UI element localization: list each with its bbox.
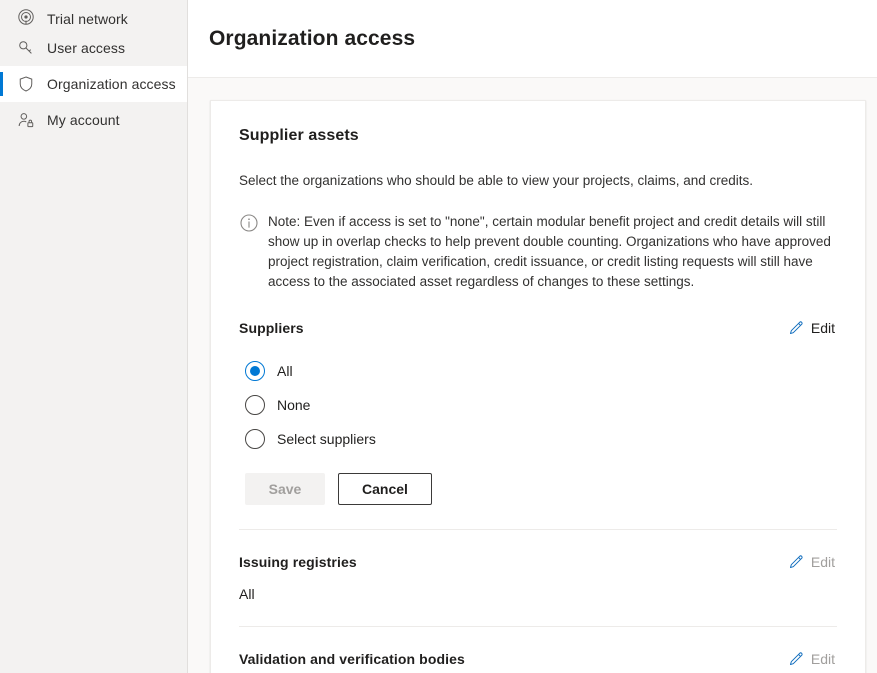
radio-label: All — [277, 363, 293, 380]
radio-label: None — [277, 397, 311, 414]
pencil-icon — [788, 554, 804, 570]
sidebar-item-label: User access — [47, 40, 126, 56]
radio-option-all[interactable]: All — [245, 354, 837, 388]
sidebar-item-label: My account — [47, 112, 120, 128]
radio-indicator — [245, 361, 265, 382]
note-callout: Note: Even if access is set to "none", c… — [239, 212, 837, 292]
card-description: Select the organizations who should be a… — [239, 173, 754, 188]
edit-issuing-registries-label: Edit — [810, 554, 835, 571]
page-body: Supplier assets Select the organizations… — [188, 78, 877, 673]
suppliers-section-header: Suppliers Edit — [239, 318, 837, 338]
sidebar-item-trial-network[interactable]: Trial network — [0, 0, 187, 30]
suppliers-radio-group: All None Select suppliers — [245, 354, 837, 456]
validation-bodies-title: Validation and verification bodies — [239, 651, 465, 668]
issuing-registries-title: Issuing registries — [239, 554, 357, 571]
save-button: Save — [245, 473, 325, 506]
suppliers-title: Suppliers — [239, 320, 304, 337]
sidebar-item-my-account[interactable]: My account — [0, 102, 187, 138]
sidebar-item-organization-access[interactable]: Organization access — [0, 66, 187, 102]
app-root: Trial network User access Organization a… — [0, 0, 877, 673]
shield-icon — [16, 74, 36, 94]
supplier-assets-card: Supplier assets Select the organizations… — [210, 100, 866, 673]
cancel-button[interactable]: Cancel — [338, 473, 432, 506]
issuing-registries-value: All — [239, 586, 255, 603]
card-title: Supplier assets — [239, 127, 359, 144]
suppliers-button-row: Save Cancel — [245, 473, 837, 506]
validation-bodies-section: Validation and verification bodies Edit — [239, 627, 837, 673]
pencil-icon — [788, 651, 804, 667]
issuing-registries-header: Issuing registries Edit — [239, 552, 837, 572]
radio-indicator — [245, 395, 265, 416]
pencil-icon — [788, 320, 804, 336]
sidebar-item-user-access[interactable]: User access — [0, 30, 187, 66]
page-header: Organization access — [188, 0, 877, 78]
radio-label: Select suppliers — [277, 431, 376, 448]
issuing-registries-section: Issuing registries Edit All — [239, 530, 837, 602]
suppliers-section: Suppliers Edit All None Select suppliers… — [239, 318, 837, 506]
person-lock-icon — [16, 110, 36, 130]
edit-validation-bodies-label: Edit — [810, 651, 835, 668]
edit-suppliers-button[interactable]: Edit — [786, 318, 837, 338]
sidebar-item-label: Organization access — [47, 76, 176, 92]
radar-icon — [16, 7, 36, 27]
main-content: Organization access Supplier assets Sele… — [188, 0, 877, 673]
edit-validation-bodies-button[interactable]: Edit — [786, 649, 837, 669]
sidebar-item-label: Trial network — [47, 11, 128, 27]
edit-suppliers-label: Edit — [810, 320, 835, 337]
key-icon — [16, 38, 36, 58]
radio-indicator — [245, 429, 265, 450]
note-text: Note: Even if access is set to "none", c… — [268, 214, 831, 290]
page-title: Organization access — [209, 26, 416, 50]
validation-bodies-header: Validation and verification bodies Edit — [239, 649, 837, 669]
edit-issuing-registries-button[interactable]: Edit — [786, 552, 837, 572]
radio-option-select-suppliers[interactable]: Select suppliers — [245, 422, 837, 456]
radio-option-none[interactable]: None — [245, 388, 837, 422]
sidebar: Trial network User access Organization a… — [0, 0, 188, 673]
info-icon — [239, 213, 259, 233]
